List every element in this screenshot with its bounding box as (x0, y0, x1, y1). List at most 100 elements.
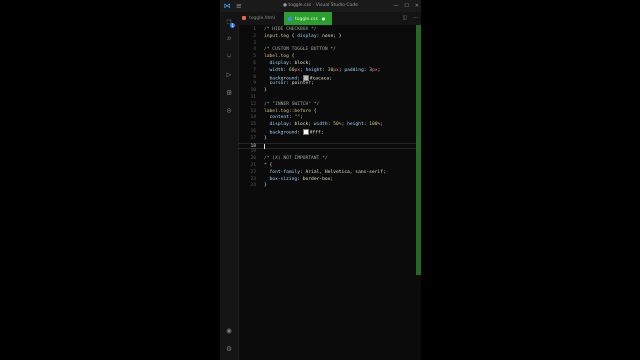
code-line[interactable]: 21 * { (238, 163, 421, 170)
color-swatch-icon[interactable] (302, 129, 309, 135)
code-line[interactable]: 22 font-family: Arial, Helvetica, sans-s… (238, 170, 421, 177)
code-editor[interactable]: 1 /* HIDE CHECKBOX */ 2 input.tog { display… (238, 25, 421, 360)
code-line[interactable]: 17} (238, 136, 421, 143)
code-token: #fff (309, 130, 321, 136)
code-token: height (305, 67, 323, 73)
more-actions-icon[interactable]: ··· (413, 12, 418, 25)
code-token: background (264, 130, 298, 136)
line-number: 5 (253, 54, 256, 60)
line-number: 20 (250, 156, 256, 162)
code-token: content (264, 115, 289, 121)
tab-label: toggle.html (249, 16, 275, 21)
editor-tabs: toggle.html toggle.css ● ◫ ··· (238, 12, 421, 25)
code-token: height (347, 122, 364, 128)
unsaved-dot-icon[interactable]: ● (322, 16, 326, 21)
source-control-icon[interactable]: ⑂ (224, 52, 234, 62)
line-number: 17 (250, 135, 256, 141)
line-number: 6 (253, 61, 256, 66)
code-token: } (264, 135, 267, 141)
code-token: display (264, 61, 289, 66)
tab-toggle-css[interactable]: toggle.css ● (284, 12, 332, 25)
text-cursor (264, 143, 265, 149)
line-number: 10 (250, 88, 256, 94)
remote-icon[interactable]: ⊙ (224, 106, 234, 116)
code-text: cursor: pointer; (264, 81, 314, 88)
explorer-badge: 1 (230, 23, 235, 28)
code-token: ; } (333, 33, 342, 39)
extensions-icon[interactable]: ⊞ (224, 88, 234, 98)
tab-label: toggle.css (295, 17, 318, 22)
code-text: input.tog { display: none; } (264, 34, 342, 41)
title-bar: ⋈ ≡ ● toggle.css - Visual Studio Code — … (220, 0, 421, 12)
code-token: label.tog::before (264, 108, 314, 114)
settings-gear-icon[interactable]: ⚙ (224, 344, 234, 354)
code-token: Arial, Helvetica, sans-serif (305, 169, 383, 175)
code-token: pointer (291, 81, 312, 87)
code-text: label.tog { (264, 54, 294, 61)
code-text: display: block; width: 50%; height: 100%… (264, 122, 384, 129)
code-line[interactable]: 12 /* "INNER SWITCH" */ (238, 102, 421, 109)
code-line[interactable]: 1 /* HIDE CHECKBOX */ (238, 27, 421, 34)
line-number: 16 (250, 129, 256, 134)
code-token: ; (330, 176, 334, 182)
maximize-icon[interactable]: ☐ (404, 0, 408, 12)
css-file-icon (288, 16, 292, 21)
line-number: 12 (250, 101, 256, 107)
code-text: /* HIDE CHECKBOX */ (264, 27, 317, 34)
html-file-icon (242, 15, 246, 20)
code-line[interactable]: 18 (238, 142, 421, 150)
line-number: 7 (253, 67, 256, 73)
split-editor-icon[interactable]: ◫ (402, 12, 407, 25)
close-icon[interactable]: ✕ (415, 0, 419, 12)
code-token: { (269, 163, 273, 168)
code-token: { (291, 54, 295, 60)
code-text: width: 60px; height: 30px; padding: 3px; (264, 67, 381, 75)
code-token: width (313, 122, 328, 128)
search-icon[interactable]: ⌕ (224, 34, 234, 44)
code-text: box-sizing: border-box; (264, 176, 334, 184)
code-line[interactable]: 10} (238, 88, 421, 95)
account-icon[interactable]: ◉ (224, 326, 234, 336)
window-title: ● toggle.css - Visual Studio Code (283, 3, 358, 8)
code-token: ; (320, 130, 324, 136)
code-token: } (264, 183, 267, 189)
code-line[interactable]: 2 input.tog { display: none; } (238, 34, 421, 41)
code-token: block (294, 61, 309, 66)
code-line[interactable]: 7 width: 60px; height: 30px; padding: 3p… (238, 68, 421, 75)
line-number: 15 (250, 122, 256, 128)
tab-toggle-html[interactable]: toggle.html (238, 12, 286, 25)
code-token: padding (344, 67, 364, 73)
run-debug-icon[interactable]: ▷ (224, 70, 234, 80)
code-token: label.tog (264, 54, 292, 60)
code-line[interactable]: 24} (238, 183, 421, 190)
color-swatch-icon[interactable] (302, 74, 309, 81)
minimize-icon[interactable]: — (393, 0, 398, 12)
code-token: block (294, 122, 309, 128)
code-text: } (264, 88, 267, 95)
line-number: 2 (253, 33, 256, 39)
vertical-scrollbar[interactable] (416, 25, 421, 275)
code-line[interactable]: 20 /* (X) NOT IMPORTANT */ (238, 156, 421, 163)
code-text: /* "INNER SWITCH" */ (264, 102, 319, 109)
line-number: 11 (250, 95, 256, 100)
code-line[interactable]: 15 display: block; width: 50%; height: 1… (238, 122, 421, 129)
code-line[interactable]: 11 (238, 95, 421, 102)
tab-actions: ◫ ··· (402, 12, 418, 25)
code-token: /* (X) NOT IMPORTANT */ (264, 156, 328, 162)
code-text: * { (264, 163, 272, 170)
code-token: display (297, 33, 317, 39)
code-text: font-family: Arial, Helvetica, sans-seri… (264, 170, 386, 177)
line-number: 21 (250, 163, 256, 168)
code-line[interactable]: 6 display: block; (238, 61, 421, 68)
code-token: ; (382, 169, 386, 175)
code-token: font-family (264, 169, 300, 175)
code-line[interactable]: 5 label.tog { (238, 54, 421, 61)
code-line[interactable]: 16 background: #fff; (238, 129, 421, 136)
code-token: ; (311, 81, 314, 87)
code-token: display (264, 122, 289, 128)
line-number: 22 (250, 169, 256, 175)
code-token: 100 (369, 122, 378, 128)
code-text: } (264, 183, 267, 190)
code-token: border-box (302, 176, 331, 182)
code-token: ; (300, 115, 303, 121)
